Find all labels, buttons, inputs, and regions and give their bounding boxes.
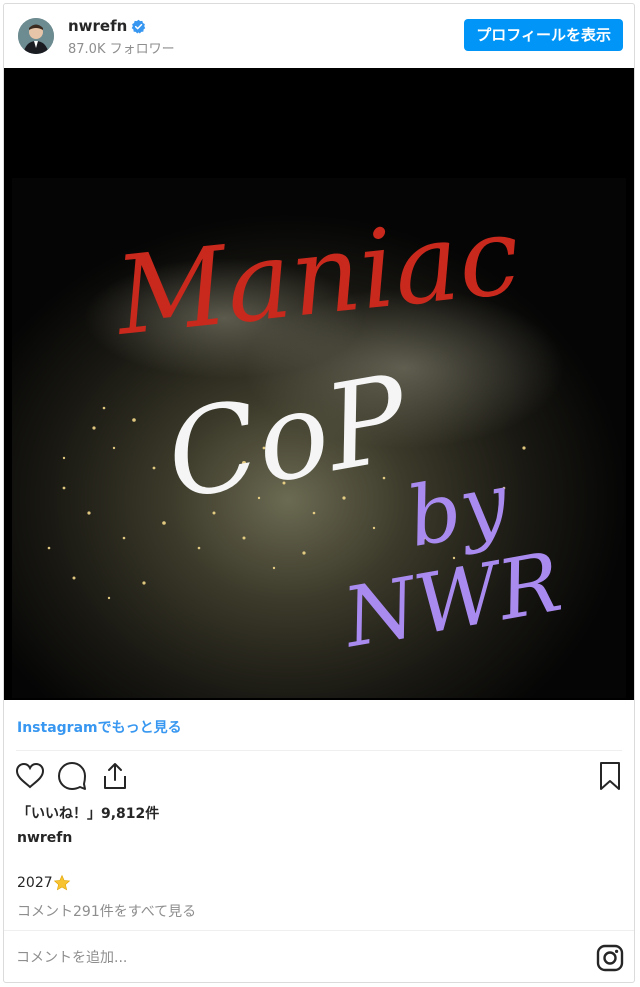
post-image[interactable]: Maniac CoP by NWR bbox=[4, 68, 634, 700]
share-icon[interactable] bbox=[99, 760, 131, 792]
follower-count: 87.0K フォロワー bbox=[68, 42, 175, 57]
post-header: nwrefn 87.0K フォロワー プロフィールを表示 bbox=[4, 4, 634, 68]
like-heart-icon[interactable] bbox=[14, 760, 46, 792]
instagram-embed-card: nwrefn 87.0K フォロワー プロフィールを表示 Maniac CoP … bbox=[3, 3, 635, 983]
divider bbox=[16, 750, 622, 751]
save-bookmark-icon[interactable] bbox=[594, 760, 626, 792]
instagram-logo-icon[interactable] bbox=[596, 944, 624, 972]
username[interactable]: nwrefn bbox=[68, 17, 127, 35]
avatar[interactable] bbox=[18, 18, 54, 54]
caption-username[interactable]: nwrefn bbox=[17, 830, 72, 846]
divider bbox=[4, 930, 634, 931]
add-comment-input[interactable] bbox=[16, 946, 536, 970]
view-all-comments-link[interactable]: コメント291件をすべて見る bbox=[17, 901, 196, 921]
comment-icon[interactable] bbox=[56, 760, 88, 792]
caption-body: 2027 bbox=[17, 875, 53, 891]
avatar-image bbox=[18, 18, 54, 54]
caption-text: 2027 bbox=[17, 874, 71, 892]
verified-badge-icon bbox=[132, 19, 146, 34]
view-more-on-instagram-link[interactable]: Instagramでもっと見る bbox=[17, 717, 182, 737]
like-count[interactable]: 「いいね！」9,812件 bbox=[17, 803, 159, 823]
view-profile-button[interactable]: プロフィールを表示 bbox=[464, 19, 623, 51]
post-artwork: Maniac CoP by NWR bbox=[4, 68, 634, 700]
star-icon bbox=[53, 874, 70, 891]
action-bar bbox=[4, 760, 634, 800]
comment-bar bbox=[4, 932, 634, 982]
username-row[interactable]: nwrefn bbox=[68, 17, 146, 35]
